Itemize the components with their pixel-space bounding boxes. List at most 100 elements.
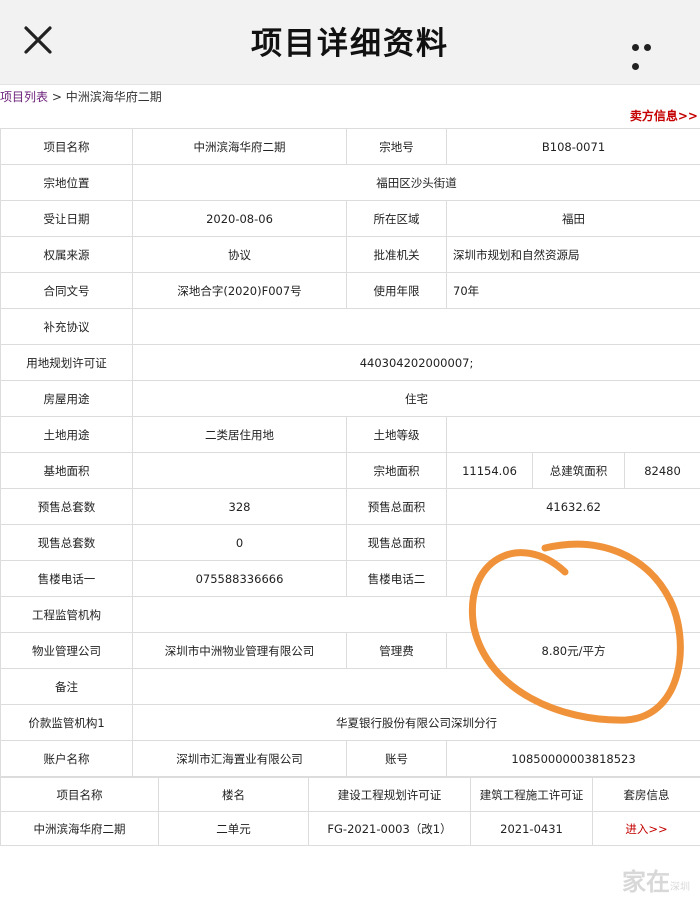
land-use-value: 二类居住用地 xyxy=(132,416,347,453)
remarks-value xyxy=(131,668,700,705)
remarks-label: 备注 xyxy=(0,668,133,705)
building-units-table: 项目名称 楼名 建设工程规划许可证 建筑工程施工许可证 套房信息 中洲滨海华府二… xyxy=(0,777,700,846)
supplement-value xyxy=(131,308,700,345)
ready-units-label: 现售总套数 xyxy=(0,524,133,561)
column-header: 项目名称 xyxy=(0,777,159,812)
property-company-label: 物业管理公司 xyxy=(0,632,133,669)
unit-building: 二单元 xyxy=(158,811,309,846)
account-no-label: 账号 xyxy=(346,740,447,777)
account-name-value: 深圳市汇海置业有限公司 xyxy=(132,740,347,777)
ready-units-value: 0 xyxy=(132,524,347,561)
price-supervision-value: 华夏银行股份有限公司深圳分行 xyxy=(131,704,700,741)
transfer-date-value: 2020-08-06 xyxy=(132,200,347,237)
parcel-area-value: 11154.06 xyxy=(446,452,533,489)
more-options-icon[interactable] xyxy=(632,36,666,70)
district-value: 福田 xyxy=(445,200,700,237)
parcel-location-label: 宗地位置 xyxy=(0,164,133,201)
enter-units-link[interactable]: 进入>> xyxy=(625,822,667,836)
supervision-org-value xyxy=(131,596,700,633)
breadcrumb: 项目列表 > 中洲滨海华府二期 xyxy=(0,88,162,105)
table-row: 售楼电话一 075588336666 售楼电话二 xyxy=(0,560,700,597)
table-row: 账户名称 深圳市汇海置业有限公司 账号 10850000003818523 xyxy=(0,740,700,777)
column-header: 建设工程规划许可证 xyxy=(308,777,471,812)
mgmt-fee-value: 8.80元/平方 xyxy=(445,632,700,669)
price-supervision-label: 价款监管机构1 xyxy=(0,704,133,741)
district-label: 所在区域 xyxy=(346,200,447,237)
table-row: 物业管理公司 深圳市中洲物业管理有限公司 管理费 8.80元/平方 xyxy=(0,632,700,669)
watermark-sub: 深圳 xyxy=(670,882,690,893)
house-use-value: 住宅 xyxy=(131,380,700,417)
account-name-label: 账户名称 xyxy=(0,740,133,777)
land-permit-value: 440304202000007; xyxy=(131,344,700,381)
table-row: 工程监管机构 xyxy=(0,596,700,633)
breadcrumb-project-list-link[interactable]: 项目列表 xyxy=(0,90,48,104)
land-grade-label: 土地等级 xyxy=(346,416,447,453)
page-title: 项目详细资料 xyxy=(251,26,449,62)
ready-area-label: 现售总面积 xyxy=(346,524,447,561)
use-years-label: 使用年限 xyxy=(346,272,447,309)
property-company-value: 深圳市中洲物业管理有限公司 xyxy=(132,632,347,669)
approval-authority-label: 批准机关 xyxy=(346,236,447,273)
land-permit-label: 用地规划许可证 xyxy=(0,344,133,381)
unit-plan-permit: FG-2021-0003（改1） xyxy=(308,811,471,846)
column-header: 建筑工程施工许可证 xyxy=(470,777,593,812)
ownership-source-value: 协议 xyxy=(132,236,347,273)
table-row: 合同文号 深地合字(2020)F007号 使用年限 70年 xyxy=(0,272,700,309)
table-row: 备注 xyxy=(0,668,700,705)
supplement-label: 补充协议 xyxy=(0,308,133,345)
table-row: 宗地位置 福田区沙头街道 xyxy=(0,164,700,201)
table-row: 基地面积 宗地面积 11154.06 总建筑面积 82480 xyxy=(0,452,700,489)
table-row: 权属来源 协议 批准机关 深圳市规划和自然资源局 xyxy=(0,236,700,273)
column-header: 套房信息 xyxy=(592,777,700,812)
table-row: 受让日期 2020-08-06 所在区域 福田 xyxy=(0,200,700,237)
table-row: 土地用途 二类居住用地 土地等级 xyxy=(0,416,700,453)
presale-units-label: 预售总套数 xyxy=(0,488,133,525)
table-row: 项目名称 中洲滨海华府二期 宗地号 B108-0071 xyxy=(0,128,700,165)
unit-project-name: 中洲滨海华府二期 xyxy=(0,811,159,846)
table-row: 房屋用途 住宅 xyxy=(0,380,700,417)
base-area-label: 基地面积 xyxy=(0,452,133,489)
supervision-org-label: 工程监管机构 xyxy=(0,596,133,633)
project-name-label: 项目名称 xyxy=(0,128,133,165)
breadcrumb-separator: > xyxy=(48,90,66,104)
table-row: 现售总套数 0 现售总面积 xyxy=(0,524,700,561)
account-no-value: 10850000003818523 xyxy=(445,740,700,777)
parcel-location-value: 福田区沙头街道 xyxy=(131,164,700,201)
table-row: 用地规划许可证 440304202000007; xyxy=(0,344,700,381)
project-detail-table: 项目名称 中洲滨海华府二期 宗地号 B108-0071 宗地位置 福田区沙头街道… xyxy=(0,128,700,777)
land-use-label: 土地用途 xyxy=(0,416,133,453)
unit-link-cell: 进入>> xyxy=(592,811,700,846)
sales-phone2-label: 售楼电话二 xyxy=(346,560,447,597)
sales-phone1-value: 075588336666 xyxy=(132,560,347,597)
watermark-text: 家在 xyxy=(622,868,670,896)
total-build-area-value: 82480 xyxy=(623,452,700,489)
sales-phone2-value xyxy=(445,560,700,597)
top-nav-bar: 项目详细资料 xyxy=(0,0,700,85)
approval-authority-value: 深圳市规划和自然资源局 xyxy=(445,236,700,273)
ownership-source-label: 权属来源 xyxy=(0,236,133,273)
house-use-label: 房屋用途 xyxy=(0,380,133,417)
mgmt-fee-label: 管理费 xyxy=(346,632,447,669)
column-header: 楼名 xyxy=(158,777,309,812)
table-header-row: 项目名称 楼名 建设工程规划许可证 建筑工程施工许可证 套房信息 xyxy=(0,777,700,812)
table-row: 价款监管机构1 华夏银行股份有限公司深圳分行 xyxy=(0,704,700,741)
total-build-area-label: 总建筑面积 xyxy=(532,452,625,489)
parcel-no-label: 宗地号 xyxy=(346,128,447,165)
base-area-value xyxy=(132,452,347,489)
presale-units-value: 328 xyxy=(132,488,347,525)
table-row: 预售总套数 328 预售总面积 41632.62 xyxy=(0,488,700,525)
table-row: 中洲滨海华府二期 二单元 FG-2021-0003（改1） 2021-0431 … xyxy=(0,811,700,846)
watermark: 家在深圳 xyxy=(622,862,690,897)
presale-area-label: 预售总面积 xyxy=(346,488,447,525)
table-row: 补充协议 xyxy=(0,308,700,345)
use-years-value: 70年 xyxy=(445,272,700,309)
transfer-date-label: 受让日期 xyxy=(0,200,133,237)
ready-area-value xyxy=(445,524,700,561)
unit-construction-permit: 2021-0431 xyxy=(470,811,593,846)
parcel-area-label: 宗地面积 xyxy=(346,452,447,489)
seller-info-link[interactable]: 卖方信息>> xyxy=(630,107,698,124)
presale-area-value: 41632.62 xyxy=(445,488,700,525)
project-name-value: 中洲滨海华府二期 xyxy=(132,128,347,165)
breadcrumb-current: 中洲滨海华府二期 xyxy=(65,90,162,104)
contract-no-label: 合同文号 xyxy=(0,272,133,309)
